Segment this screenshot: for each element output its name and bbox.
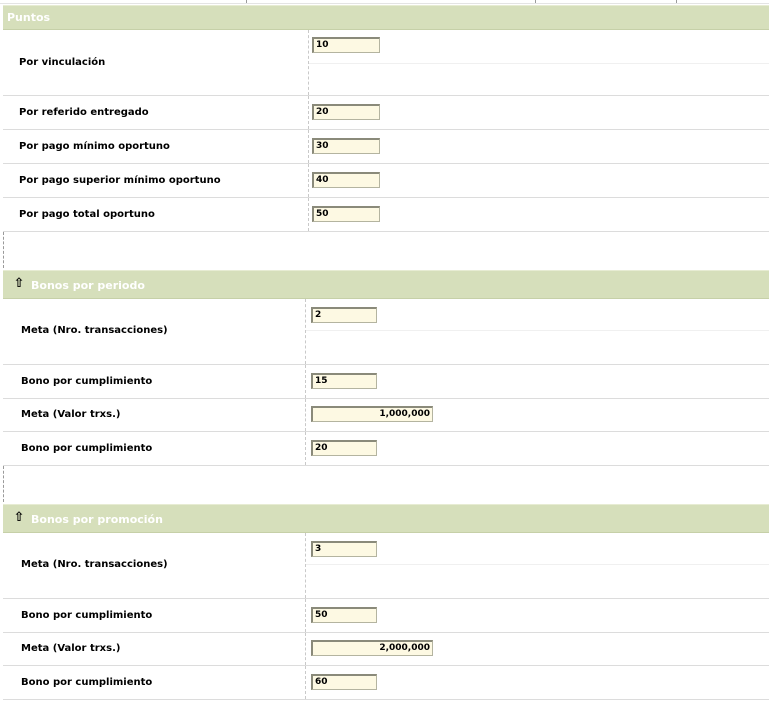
column-divider <box>305 633 306 665</box>
column-divider <box>305 533 306 598</box>
field-label: Bono por cumplimiento <box>21 677 153 688</box>
column-divider <box>308 96 309 129</box>
field-label: Bono por cumplimiento <box>21 443 153 454</box>
points-input-vinculacion[interactable]: 10 <box>312 37 380 53</box>
column-divider <box>305 299 306 364</box>
field-label: Meta (Valor trxs.) <box>21 643 121 654</box>
row-subdivider <box>309 63 769 64</box>
column-divider <box>308 164 309 197</box>
field-label: Por referido entregado <box>19 107 149 118</box>
form-row-periodo-meta-nro: Meta (Nro. transacciones) 2 <box>3 299 769 365</box>
form-row-periodo-bono-2: Bono por cumplimiento 20 <box>3 432 769 466</box>
field-label: Bono por cumplimiento <box>21 610 153 621</box>
periodo-bono-input-2[interactable]: 20 <box>311 440 377 456</box>
up-arrow-icon[interactable]: ⇧ <box>12 509 26 527</box>
column-divider <box>305 432 306 465</box>
form-row-pago-total: Por pago total oportuno 50 <box>3 198 769 232</box>
points-input-pago-minimo[interactable]: 30 <box>312 138 380 154</box>
section-title-bonos-periodo: Bonos por periodo <box>31 279 145 292</box>
field-label: Por pago superior mínimo oportuno <box>19 175 221 186</box>
form-row-periodo-bono-1: Bono por cumplimiento 15 <box>3 365 769 399</box>
field-label: Meta (Nro. transacciones) <box>21 559 168 570</box>
section-header-bonos-promocion[interactable]: ⇧ Bonos por promoción <box>3 504 769 533</box>
promocion-bono-input-2[interactable]: 60 <box>311 674 377 690</box>
column-divider <box>305 666 306 699</box>
column-divider <box>308 130 309 163</box>
form-row-periodo-meta-valor: Meta (Valor trxs.) 1,000,000 <box>3 399 769 432</box>
form-row-por-vinculacion: Por vinculación 10 <box>3 30 769 96</box>
field-label: Meta (Nro. transacciones) <box>21 325 168 336</box>
field-label: Por pago total oportuno <box>19 209 155 220</box>
row-subdivider <box>306 330 769 331</box>
field-label: Bono por cumplimiento <box>21 376 153 387</box>
field-label: Por pago mínimo oportuno <box>19 141 170 152</box>
column-divider <box>305 399 306 431</box>
promocion-meta-valor-input[interactable]: 2,000,000 <box>311 640 433 656</box>
field-label: Meta (Valor trxs.) <box>21 409 121 420</box>
promocion-meta-nro-input[interactable]: 3 <box>311 541 377 557</box>
ruler-base <box>0 3 769 4</box>
section-header-bonos-periodo[interactable]: ⇧ Bonos por periodo <box>3 270 769 299</box>
top-ruler <box>0 0 769 4</box>
periodo-meta-valor-input[interactable]: 1,000,000 <box>311 406 433 422</box>
form-row-promocion-bono-2: Bono por cumplimiento 60 <box>3 666 769 700</box>
form-row-promocion-meta-valor: Meta (Valor trxs.) 2,000,000 <box>3 633 769 666</box>
section-title-bonos-promocion: Bonos por promoción <box>31 513 163 526</box>
section-spacer <box>3 232 769 268</box>
section-title-puntos: Puntos <box>7 11 51 24</box>
up-arrow-icon[interactable]: ⇧ <box>12 275 26 293</box>
periodo-meta-nro-input[interactable]: 2 <box>311 307 377 323</box>
points-input-pago-total[interactable]: 50 <box>312 206 380 222</box>
section-header-puntos: Puntos <box>3 5 769 30</box>
form-row-pago-superior: Por pago superior mínimo oportuno 40 <box>3 164 769 198</box>
column-divider <box>305 599 306 632</box>
column-divider <box>305 365 306 398</box>
points-input-pago-superior[interactable]: 40 <box>312 172 380 188</box>
form-row-pago-minimo: Por pago mínimo oportuno 30 <box>3 130 769 164</box>
periodo-bono-input-1[interactable]: 15 <box>311 373 377 389</box>
form-row-promocion-bono-1: Bono por cumplimiento 50 <box>3 599 769 633</box>
column-divider <box>308 198 309 231</box>
form-row-referido: Por referido entregado 20 <box>3 96 769 130</box>
form-row-promocion-meta-nro: Meta (Nro. transacciones) 3 <box>3 533 769 599</box>
promocion-bono-input-1[interactable]: 50 <box>311 607 377 623</box>
field-label: Por vinculación <box>19 57 106 68</box>
points-input-referido[interactable]: 20 <box>312 104 380 120</box>
row-subdivider <box>306 564 769 565</box>
section-spacer <box>3 466 769 502</box>
